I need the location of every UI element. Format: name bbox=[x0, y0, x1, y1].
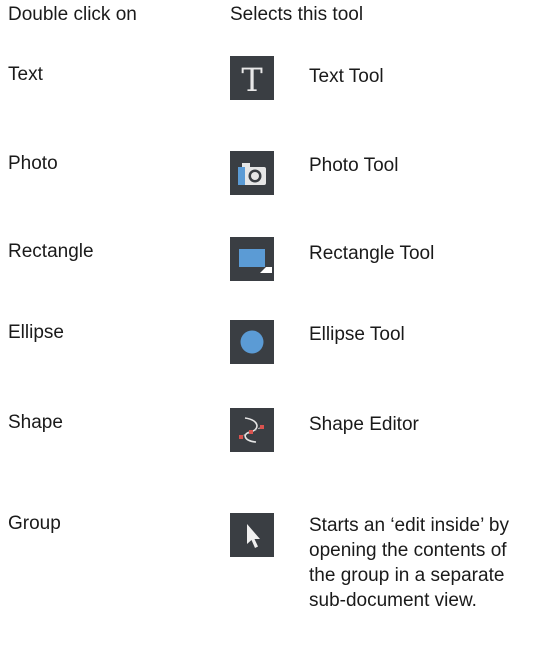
tool-description: Ellipse Tool bbox=[309, 324, 405, 345]
photo-tool-icon bbox=[230, 151, 274, 195]
header-selects-this-tool: Selects this tool bbox=[230, 4, 364, 25]
header-double-click-on: Double click on bbox=[8, 4, 137, 25]
rectangle-tool-icon bbox=[230, 237, 274, 281]
tool-description: Photo Tool bbox=[309, 155, 399, 176]
trigger-label: Ellipse bbox=[8, 322, 64, 343]
trigger-label: Text bbox=[8, 64, 43, 85]
svg-text:T: T bbox=[241, 61, 263, 99]
tool-description: Shape Editor bbox=[309, 414, 419, 435]
text-tool-icon: T bbox=[230, 56, 274, 100]
tool-description: Starts an ‘edit inside’ by opening the c… bbox=[309, 515, 509, 611]
tool-description: Rectangle Tool bbox=[309, 243, 435, 264]
trigger-label: Group bbox=[8, 513, 61, 534]
shape-editor-icon bbox=[230, 408, 274, 452]
tool-description: Text Tool bbox=[309, 66, 384, 87]
trigger-label: Shape bbox=[8, 412, 63, 433]
table-header: Double click on Selects this tool bbox=[8, 4, 528, 32]
ellipse-tool-icon bbox=[230, 320, 274, 364]
trigger-label: Rectangle bbox=[8, 241, 94, 262]
trigger-label: Photo bbox=[8, 153, 58, 174]
selector-arrow-icon bbox=[230, 513, 274, 557]
